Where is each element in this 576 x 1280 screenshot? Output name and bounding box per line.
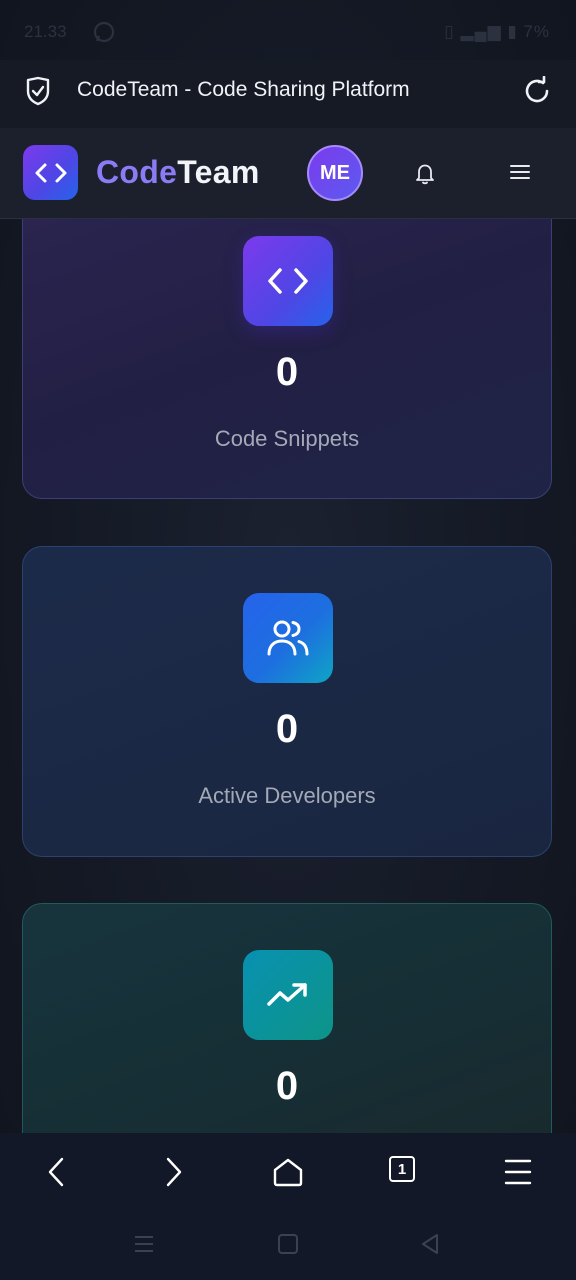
system-back-icon[interactable] <box>419 1233 441 1260</box>
recent-apps-icon[interactable] <box>133 1233 155 1260</box>
screen: 21.33 ▯ ▂▄▆ ▮ 7% CodeTeam - Code Sharing… <box>0 0 576 1280</box>
status-time: 21.33 <box>24 22 67 41</box>
brand-name[interactable]: CodeTeam <box>96 154 260 191</box>
users-icon <box>267 620 309 656</box>
trending-up-icon <box>267 983 307 1006</box>
stat-card-growth: 0 <box>22 903 552 1133</box>
battery-level: 7% <box>523 22 550 41</box>
browser-url-bar[interactable]: CodeTeam - Code Sharing Platform <box>0 60 576 128</box>
browser-bottom-nav <box>0 1133 576 1213</box>
stat-icon-box <box>243 593 333 683</box>
status-icons: ▯ ▂▄▆ ▮ 7% <box>444 22 550 42</box>
brand-team: Team <box>177 154 260 190</box>
hamburger-menu-icon[interactable] <box>508 162 532 187</box>
stat-icon-box <box>243 236 333 326</box>
signal-icon: ▂▄▆ <box>460 22 502 41</box>
brand-code: Code <box>96 154 178 190</box>
stats-section[interactable]: 0 Code Snippets 0 Active Developers 0 <box>0 219 576 1133</box>
page-title: CodeTeam - Code Sharing Platform <box>77 78 410 101</box>
avatar[interactable]: ME <box>307 145 363 201</box>
code-icon <box>268 268 308 294</box>
code-icon <box>35 163 66 182</box>
status-bar: 21.33 ▯ ▂▄▆ ▮ 7% <box>0 0 576 60</box>
stat-card-code-snippets: 0 Code Snippets <box>22 219 552 499</box>
stat-value: 0 <box>275 707 299 751</box>
reload-icon[interactable] <box>522 75 552 111</box>
stat-card-active-developers: 0 Active Developers <box>22 546 552 857</box>
tabs-button[interactable]: 1 <box>389 1156 415 1182</box>
browser-menu-icon[interactable] <box>503 1155 533 1194</box>
battery-icon: ▮ <box>507 22 518 41</box>
stat-label: Code Snippets <box>214 426 360 451</box>
back-icon[interactable] <box>44 1155 70 1194</box>
stat-label: Active Developers <box>198 783 376 808</box>
logo[interactable] <box>23 145 78 200</box>
stat-value: 0 <box>275 1064 299 1108</box>
forward-icon[interactable] <box>160 1155 186 1194</box>
system-home-icon[interactable] <box>277 1233 299 1260</box>
stat-value: 0 <box>275 350 299 394</box>
app-header: CodeTeam ME <box>0 128 576 219</box>
stat-icon-box <box>243 950 333 1040</box>
shield-check-icon[interactable] <box>24 76 52 111</box>
system-nav-bar <box>0 1213 576 1280</box>
vibrate-icon: ▯ <box>444 22 455 41</box>
bell-icon[interactable] <box>413 161 437 190</box>
whatsapp-icon <box>92 20 116 49</box>
home-icon[interactable] <box>271 1155 305 1194</box>
